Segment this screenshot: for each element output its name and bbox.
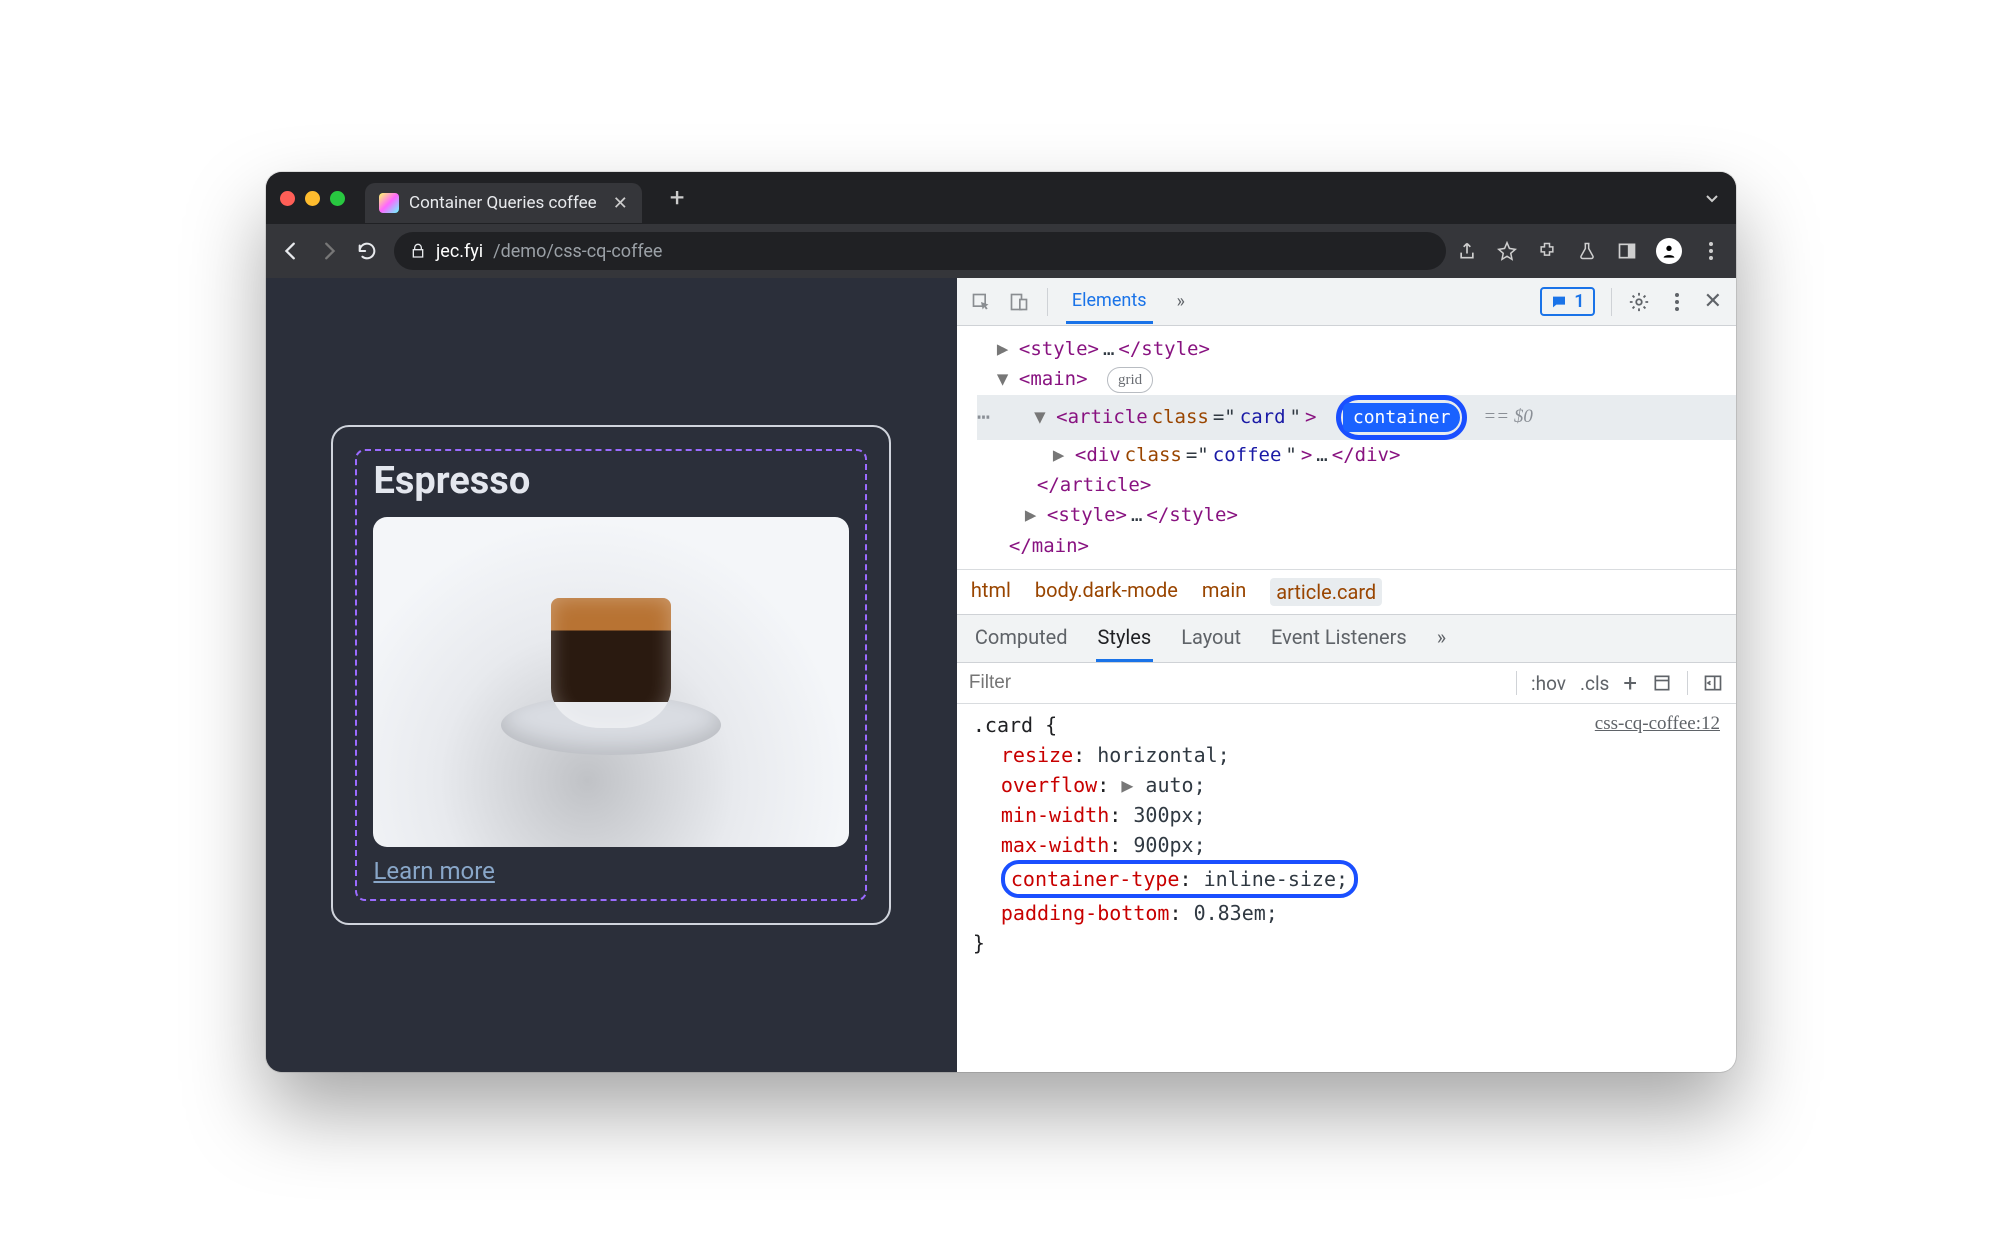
breadcrumb[interactable]: html body.dark-mode main article.card (957, 569, 1736, 614)
close-tab-icon[interactable]: ✕ (613, 193, 628, 214)
reload-button[interactable] (356, 240, 384, 262)
profile-avatar[interactable] (1656, 238, 1682, 264)
settings-icon[interactable] (1628, 291, 1650, 313)
dom-tree[interactable]: ▶<style>…</style> ▼<main> grid ⋯ ▼<artic… (957, 326, 1736, 569)
url-path: /demo/css-cq-coffee (493, 241, 662, 262)
tabs-dropdown-icon[interactable] (1702, 188, 1722, 208)
close-devtools-icon[interactable]: ✕ (1704, 289, 1722, 314)
selected-element-ref: == $0 (1483, 402, 1532, 432)
card-title: Espresso (373, 459, 849, 503)
styles-filter-row: :hov .cls + (957, 663, 1736, 704)
maximize-window-icon[interactable] (330, 191, 345, 206)
lock-icon (410, 243, 426, 259)
panel-icon[interactable] (1616, 240, 1638, 262)
tabs-overflow-icon[interactable]: » (1171, 281, 1191, 322)
computed-styles-icon[interactable] (1651, 672, 1673, 694)
browser-window: Container Queries coffee ✕ + jec.fyi/dem… (266, 172, 1736, 1072)
tab-bar: Container Queries coffee ✕ + (266, 172, 1736, 224)
back-button[interactable] (280, 240, 308, 262)
inspect-icon[interactable] (971, 292, 991, 312)
window-controls (280, 191, 345, 206)
tab-styles[interactable]: Styles (1096, 615, 1154, 662)
css-prop: resize: horizontal; (973, 740, 1720, 770)
url-host: jec.fyi (436, 241, 483, 262)
dom-row-selected: ⋯ ▼<article class="card"> container == $… (977, 395, 1736, 440)
learn-more-link[interactable]: Learn more (373, 857, 494, 885)
devtools-panel: Elements » 1 ✕ ▶<style>…</style> ▼<main>… (957, 278, 1736, 1072)
share-icon[interactable] (1456, 240, 1478, 262)
css-rules[interactable]: .card { css-cq-coffee:12 resize: horizon… (957, 704, 1736, 1072)
coffee-image (373, 517, 849, 847)
css-prop-highlighted: container-type: inline-size; (973, 860, 1720, 898)
css-prop: padding-bottom: 0.83em; (973, 898, 1720, 928)
omnibox[interactable]: jec.fyi/demo/css-cq-coffee (394, 232, 1446, 270)
devtools-tabbar: Elements » 1 ✕ (957, 278, 1736, 326)
row-actions-icon[interactable]: ⋯ (977, 400, 992, 435)
rule-source-link[interactable]: css-cq-coffee:12 (1595, 710, 1720, 740)
tab-title: Container Queries coffee (409, 193, 597, 213)
grid-badge[interactable]: grid (1107, 367, 1153, 393)
styles-tabbar: Computed Styles Layout Event Listeners » (957, 614, 1736, 663)
styles-tabs-overflow-icon[interactable]: » (1435, 615, 1448, 662)
toggle-sidebar-icon[interactable] (1702, 672, 1724, 694)
css-prop: max-width: 900px; (973, 830, 1720, 860)
crumb-main[interactable]: main (1202, 578, 1246, 606)
bookmark-icon[interactable] (1496, 240, 1518, 262)
new-tab-button[interactable]: + (660, 179, 695, 217)
kebab-menu-icon[interactable] (1700, 240, 1722, 262)
css-prop: overflow: ▶ auto; (973, 770, 1720, 800)
message-count: 1 (1574, 291, 1584, 312)
toolbar-actions (1456, 238, 1722, 264)
close-window-icon[interactable] (280, 191, 295, 206)
favicon-icon (379, 193, 399, 213)
card: Espresso Learn more (331, 425, 891, 925)
container-badge-highlight: container (1336, 395, 1468, 440)
container-badge[interactable]: container (1343, 403, 1461, 432)
tab-elements[interactable]: Elements (1066, 280, 1153, 324)
cls-toggle[interactable]: .cls (1580, 672, 1609, 695)
devtools-kebab-icon[interactable] (1666, 291, 1688, 313)
browser-tab[interactable]: Container Queries coffee ✕ (365, 183, 642, 223)
styles-filter-input[interactable] (969, 672, 1502, 694)
css-prop: min-width: 300px; (973, 800, 1720, 830)
console-messages-badge[interactable]: 1 (1540, 287, 1594, 316)
crumb-article[interactable]: article.card (1270, 578, 1382, 606)
new-rule-button[interactable]: + (1623, 669, 1637, 697)
crumb-body[interactable]: body.dark-mode (1035, 578, 1178, 606)
tab-event-listeners[interactable]: Event Listeners (1269, 615, 1409, 662)
minimize-window-icon[interactable] (305, 191, 320, 206)
tab-computed[interactable]: Computed (973, 615, 1070, 662)
tab-layout[interactable]: Layout (1179, 615, 1243, 662)
hov-toggle[interactable]: :hov (1531, 672, 1566, 695)
crumb-html[interactable]: html (971, 578, 1011, 606)
forward-button[interactable] (318, 240, 346, 262)
content-area: Espresso Learn more Elements » (266, 278, 1736, 1072)
rule-selector: .card (973, 713, 1033, 737)
extensions-icon[interactable] (1536, 240, 1558, 262)
page-viewport: Espresso Learn more (266, 278, 957, 1072)
card-container-outline: Espresso Learn more (355, 449, 867, 901)
device-toggle-icon[interactable] (1009, 292, 1029, 312)
browser-toolbar: jec.fyi/demo/css-cq-coffee (266, 224, 1736, 278)
labs-icon[interactable] (1576, 240, 1598, 262)
